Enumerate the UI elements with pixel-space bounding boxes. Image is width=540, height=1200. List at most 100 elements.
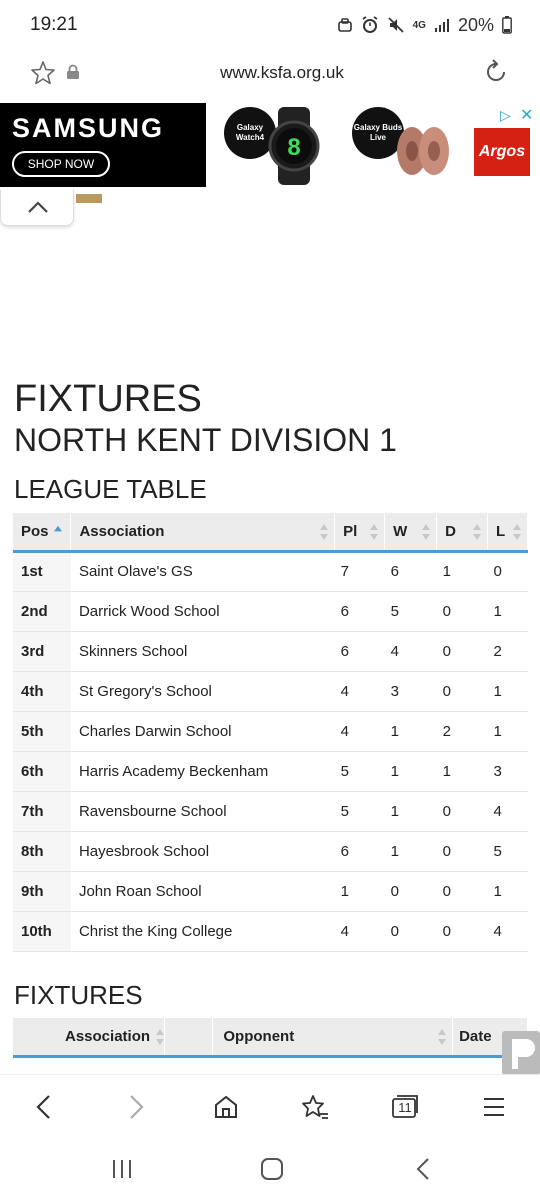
cell-association: Hayesbrook School — [70, 831, 335, 872]
floating-widget[interactable] — [502, 1031, 540, 1075]
ad-choices-icon[interactable]: ▷ — [500, 107, 511, 124]
column-header-association[interactable]: Association — [70, 513, 336, 553]
cell-pl: 7 — [334, 551, 385, 592]
cell-l: 5 — [487, 831, 528, 872]
cell-pos: 3rd — [13, 631, 71, 672]
cell-pl: 6 — [334, 631, 385, 672]
column-header-l[interactable]: L — [487, 513, 528, 553]
column-header-association[interactable]: Association — [13, 1018, 166, 1058]
cell-l: 4 — [487, 911, 528, 952]
reload-icon[interactable] — [482, 58, 510, 91]
sort-icon — [320, 524, 329, 540]
cell-w: 1 — [384, 831, 437, 872]
status-icons: 4G 20% — [337, 15, 512, 36]
cell-l: 1 — [487, 711, 528, 752]
cell-d: 0 — [436, 671, 488, 712]
cell-l: 4 — [487, 791, 528, 832]
cell-w: 4 — [384, 631, 437, 672]
ad-close-icon[interactable]: ✕ — [520, 105, 533, 125]
sort-icon — [422, 524, 431, 540]
battery-icon — [502, 16, 512, 34]
system-back-icon[interactable] — [412, 1158, 436, 1185]
forward-icon[interactable] — [124, 1093, 148, 1126]
svg-text:8: 8 — [287, 134, 300, 161]
cell-w: 1 — [384, 751, 437, 792]
table-row: 7th Ravensbourne School 5 1 0 4 — [13, 791, 528, 832]
sort-icon — [370, 524, 379, 540]
cell-d: 0 — [436, 871, 488, 912]
cell-d: 2 — [436, 711, 488, 752]
cell-pos: 9th — [13, 871, 71, 912]
league-table: Pos Association Pl W D L 1st Saint Olave… — [13, 513, 528, 952]
table-row: 1st Saint Olave's GS 7 6 1 0 — [13, 551, 528, 592]
signal-icon — [434, 17, 450, 33]
column-header-blank[interactable] — [164, 1018, 214, 1058]
cell-association: Christ the King College — [70, 911, 335, 952]
cell-d: 0 — [436, 791, 488, 832]
table-row: 6th Harris Academy Beckenham 5 1 1 3 — [13, 751, 528, 792]
cell-association: Charles Darwin School — [70, 711, 335, 752]
table-row: 2nd Darrick Wood School 6 5 0 1 — [13, 591, 528, 632]
url-text[interactable]: www.ksfa.org.uk — [0, 63, 540, 83]
browser-toolbar: 11 — [0, 1074, 540, 1140]
sort-icon — [513, 524, 521, 540]
cell-w: 6 — [384, 551, 437, 592]
screenshot-icon — [337, 17, 353, 33]
cell-pl: 1 — [334, 871, 385, 912]
page-title: FIXTURES — [14, 378, 202, 420]
sort-asc-icon — [54, 525, 63, 532]
buds-image — [392, 117, 454, 181]
home-button-icon[interactable] — [260, 1158, 284, 1185]
table-row: 10th Christ the King College 4 0 0 4 — [13, 911, 528, 952]
table-row: 9th John Roan School 1 0 0 1 — [13, 871, 528, 912]
cell-association: St Gregory's School — [70, 671, 335, 712]
cell-pos: 7th — [13, 791, 71, 832]
ad-banner[interactable]: SAMSUNG SHOP NOW Galaxy Watch4 8 Galaxy … — [0, 103, 540, 187]
cell-pl: 6 — [334, 831, 385, 872]
fixtures-heading: FIXTURES — [14, 980, 143, 1010]
cell-d: 0 — [436, 911, 488, 952]
chevron-up-icon — [28, 201, 48, 213]
column-header-pl[interactable]: Pl — [334, 513, 386, 553]
ad-retailer-logo: Argos — [474, 128, 530, 176]
cell-w: 1 — [384, 791, 437, 832]
back-icon[interactable] — [32, 1093, 56, 1126]
table-row: 8th Hayesbrook School 6 1 0 5 — [13, 831, 528, 872]
division-title: NORTH KENT DIVISION 1 — [14, 422, 397, 458]
league-table-heading: LEAGUE TABLE — [14, 474, 207, 504]
menu-icon[interactable] — [482, 1093, 506, 1126]
fixtures-table: Association Opponent Date — [13, 1018, 528, 1058]
cell-association: Darrick Wood School — [70, 591, 335, 632]
cell-pos: 2nd — [13, 591, 71, 632]
cell-d: 1 — [436, 751, 488, 792]
bookmarks-icon[interactable] — [300, 1093, 330, 1126]
home-icon[interactable] — [212, 1093, 240, 1126]
column-header-d[interactable]: D — [436, 513, 488, 553]
status-bar: 19:21 4G 20% — [0, 0, 540, 50]
cell-w: 0 — [384, 871, 437, 912]
league-table-header: Pos Association Pl W D L — [13, 513, 528, 553]
cell-l: 1 — [487, 671, 528, 712]
column-header-opponent[interactable]: Opponent — [212, 1018, 454, 1058]
collapse-ad-button[interactable] — [0, 190, 74, 226]
network-label: 4G — [412, 19, 426, 31]
mute-icon — [387, 16, 405, 34]
cell-d: 0 — [436, 631, 488, 672]
cell-l: 2 — [487, 631, 528, 672]
recent-apps-icon[interactable] — [110, 1158, 134, 1185]
cell-l: 3 — [487, 751, 528, 792]
alarm-icon — [361, 16, 379, 34]
ad-shop-button[interactable]: SHOP NOW — [12, 151, 110, 177]
column-header-w[interactable]: W — [384, 513, 438, 553]
cell-w: 1 — [384, 711, 437, 752]
ad-brand: SAMSUNG — [12, 113, 165, 143]
column-header-pos[interactable]: Pos — [13, 513, 72, 553]
cell-pl: 4 — [334, 711, 385, 752]
cell-l: 0 — [487, 551, 528, 592]
battery-percent: 20% — [457, 14, 494, 35]
cell-pos: 1st — [13, 551, 71, 592]
cell-pl: 6 — [334, 591, 385, 632]
ad-tag — [76, 194, 102, 203]
cell-pos: 6th — [13, 751, 71, 792]
cell-d: 0 — [436, 591, 488, 632]
